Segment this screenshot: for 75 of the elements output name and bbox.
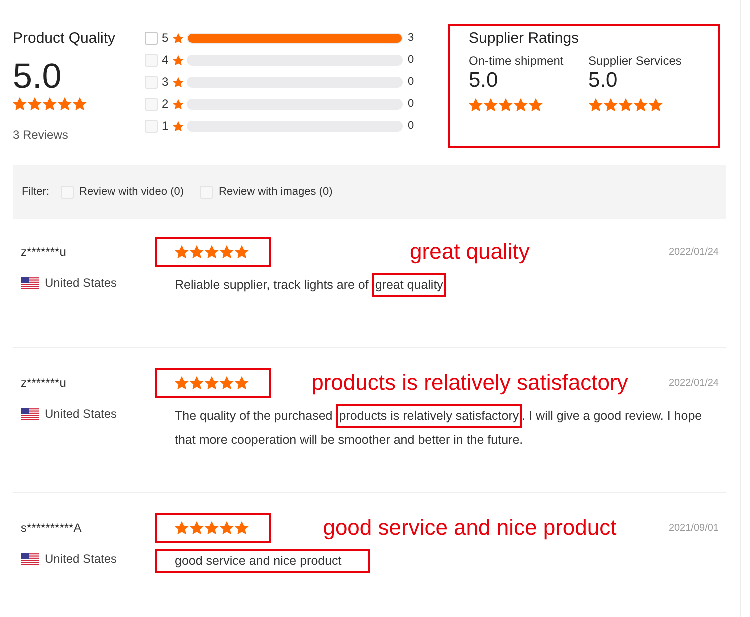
star-icon bbox=[648, 98, 662, 112]
star-icon bbox=[73, 97, 87, 111]
rating-count: 0 bbox=[408, 75, 414, 89]
star-icon bbox=[173, 120, 184, 132]
star-icon bbox=[618, 98, 632, 112]
review-date: 2021/09/01 bbox=[668, 522, 719, 536]
star-icon bbox=[220, 521, 234, 535]
review-text: The quality of the purchased products is relatively satisfactory . I will give a good review. I hope that more cooperation will be smoother and better in the future. bbox=[155, 404, 726, 452]
review-text: Reliable supplier, track lights are of great quality bbox=[155, 273, 726, 297]
star-icon bbox=[514, 98, 528, 112]
star-icon bbox=[43, 97, 57, 111]
filter-label: Filter: bbox=[22, 184, 50, 200]
star-icon bbox=[205, 521, 219, 535]
star-icon bbox=[175, 245, 189, 259]
star-icon bbox=[235, 521, 249, 535]
country-name: United States bbox=[45, 551, 118, 568]
star-icon bbox=[220, 245, 234, 259]
annotation-text: good service and nice product bbox=[323, 514, 617, 542]
star-icon bbox=[28, 97, 42, 111]
star-icon bbox=[220, 376, 234, 390]
star-icon bbox=[175, 521, 189, 535]
reviews-count: 3 Reviews bbox=[13, 127, 70, 143]
star-icon bbox=[173, 54, 184, 66]
star-icon bbox=[499, 98, 513, 112]
rating-label: 2 bbox=[162, 97, 170, 111]
reviewer-name: s**********A bbox=[21, 520, 83, 537]
star-icon bbox=[484, 98, 498, 112]
rating-score: 5.0 bbox=[13, 57, 63, 97]
star-icon bbox=[588, 98, 602, 112]
star-icon bbox=[173, 98, 184, 110]
metric-label: On-time shipment bbox=[469, 53, 565, 69]
country-name: United States bbox=[45, 406, 118, 423]
star-icon bbox=[469, 98, 483, 112]
rating-score: 5.0 bbox=[469, 69, 500, 93]
star-icon bbox=[58, 97, 72, 111]
star-icon bbox=[604, 98, 618, 112]
star-icon bbox=[529, 98, 543, 112]
star-icon bbox=[13, 97, 27, 111]
flag-icon bbox=[21, 408, 39, 420]
rating-count: 0 bbox=[408, 53, 414, 67]
section-title: Supplier Ratings bbox=[469, 29, 580, 49]
star-icon bbox=[173, 32, 184, 44]
checkbox[interactable] bbox=[145, 32, 158, 44]
flag-icon bbox=[21, 553, 39, 565]
star-icon bbox=[175, 376, 189, 390]
star-icon bbox=[205, 245, 219, 259]
star-icon bbox=[190, 376, 204, 390]
rating-score: 5.0 bbox=[588, 69, 619, 93]
review-date: 2022/01/24 bbox=[668, 376, 719, 390]
metric-label: Supplier Services bbox=[588, 53, 683, 69]
filter-option-label: Review with video (0) bbox=[80, 184, 184, 200]
star-icon bbox=[634, 98, 648, 112]
rating-label: 3 bbox=[162, 75, 170, 89]
rating-count: 3 bbox=[408, 31, 414, 45]
star-icon bbox=[205, 376, 219, 390]
rating-count: 0 bbox=[408, 97, 414, 111]
star-icon bbox=[190, 521, 204, 535]
annotation-text: great quality bbox=[410, 238, 530, 266]
section-title: Product Quality bbox=[13, 29, 117, 49]
review-date: 2022/01/24 bbox=[668, 246, 719, 260]
flag-icon bbox=[21, 277, 39, 289]
review-text: good service and nice product bbox=[155, 549, 726, 573]
star-icon bbox=[173, 76, 184, 88]
star-icon bbox=[235, 376, 249, 390]
reviewer-name: z*******u bbox=[21, 375, 68, 392]
country-name: United States bbox=[45, 275, 118, 292]
rating-label: 1 bbox=[162, 119, 170, 133]
rating-count: 0 bbox=[408, 119, 414, 133]
rating-label: 5 bbox=[162, 31, 170, 45]
annotation-text: products is relatively satisfactory bbox=[312, 369, 628, 397]
star-icon bbox=[190, 245, 204, 259]
reviewer-name: z*******u bbox=[21, 244, 68, 261]
star-icon bbox=[235, 245, 249, 259]
rating-label: 4 bbox=[162, 53, 170, 67]
filter-option-label: Review with images (0) bbox=[219, 184, 333, 200]
